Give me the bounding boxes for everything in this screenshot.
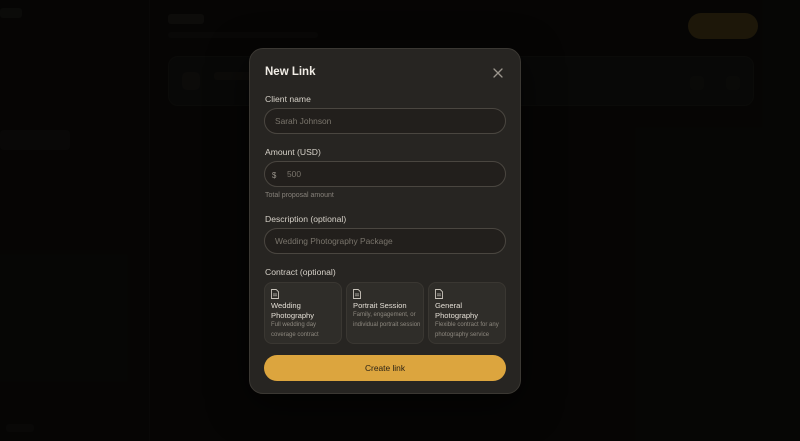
contract-option-title: General Photography: [435, 301, 479, 320]
close-icon[interactable]: [490, 65, 506, 81]
amount-hint: Total proposal amount: [265, 192, 334, 199]
client-name-label: Client name: [265, 94, 311, 104]
amount-label: Amount (USD): [265, 147, 321, 157]
create-link-button[interactable]: Create link: [264, 355, 506, 381]
document-icon: [435, 289, 443, 299]
description-input[interactable]: [264, 228, 506, 254]
contract-option-portrait[interactable]: Portrait Session Family, engagement, or …: [346, 282, 424, 344]
modal-title: New Link: [265, 66, 316, 78]
contract-option-title: Wedding Photography: [271, 301, 315, 320]
currency-symbol: $: [272, 171, 277, 180]
document-icon: [271, 289, 279, 299]
contract-option-description: Flexible contract for any photography se…: [435, 322, 499, 338]
new-link-modal: New Link Client name Amount (USD) $ Tota…: [249, 48, 521, 394]
contract-option-description: Family, engagement, or individual portra…: [353, 312, 421, 328]
contract-option-general[interactable]: General Photography Flexible contract fo…: [428, 282, 506, 344]
document-icon: [353, 289, 361, 299]
contract-options: Wedding Photography Full wedding day cov…: [264, 282, 506, 344]
description-label: Description (optional): [265, 214, 347, 224]
contract-label: Contract (optional): [265, 267, 336, 277]
client-name-input[interactable]: [264, 108, 506, 134]
contract-option-wedding[interactable]: Wedding Photography Full wedding day cov…: [264, 282, 342, 344]
amount-input[interactable]: [264, 161, 506, 187]
contract-option-description: Full wedding day coverage contract: [271, 322, 319, 338]
